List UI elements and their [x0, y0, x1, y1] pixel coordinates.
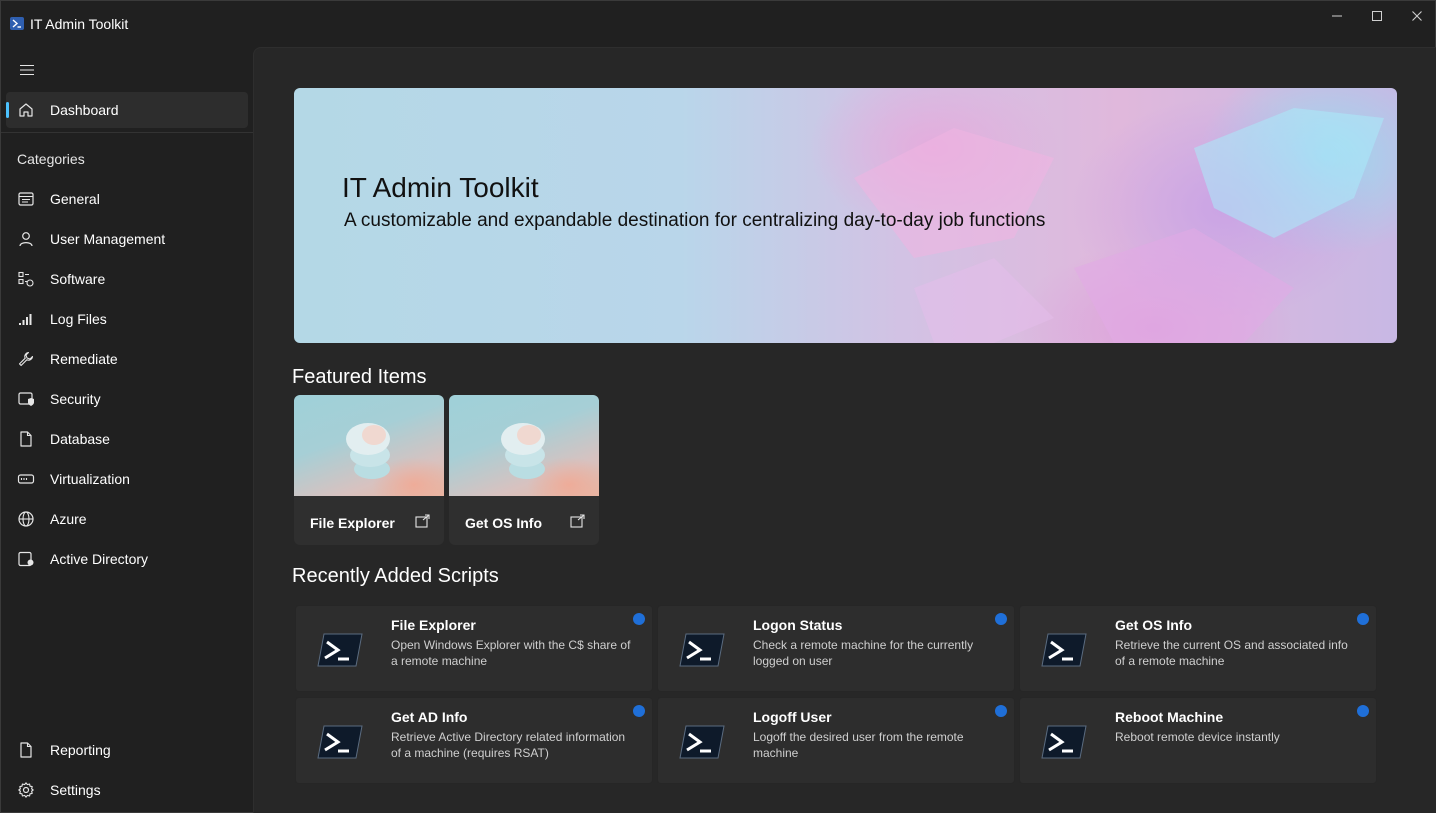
new-indicator-dot: [1357, 613, 1369, 625]
script-description: Open Windows Explorer with the C$ share …: [391, 638, 631, 668]
navigation-sidebar: Dashboard Categories General User Manage…: [1, 47, 253, 813]
selection-indicator: [6, 102, 9, 118]
hero-banner: IT Admin Toolkit A customizable and expa…: [294, 88, 1397, 343]
script-card-logoff-user[interactable]: Logoff User Logoff the desired user from…: [657, 697, 1015, 784]
minimize-button[interactable]: [1317, 1, 1357, 31]
script-description: Retrieve the current OS and associated i…: [1115, 638, 1348, 668]
script-title: Logoff User: [753, 709, 832, 725]
sidebar-item-label: Settings: [50, 782, 101, 798]
window-title: IT Admin Toolkit: [30, 16, 129, 32]
security-icon: [18, 392, 34, 406]
script-card-file-explorer[interactable]: File Explorer Open Windows Explorer with…: [295, 605, 653, 692]
sidebar-item-dashboard[interactable]: Dashboard: [6, 92, 248, 128]
sidebar-item-database[interactable]: Database: [6, 421, 248, 457]
sidebar-item-label: Software: [50, 271, 106, 287]
software-icon: [18, 271, 34, 287]
featured-card-file-explorer[interactable]: File Explorer: [294, 395, 444, 545]
log-files-icon: [19, 314, 32, 325]
sidebar-divider: [1, 132, 253, 133]
new-indicator-dot: [995, 705, 1007, 717]
sidebar-item-label: Active Directory: [50, 551, 149, 567]
script-card-get-os-info[interactable]: Get OS Info Retrieve the current OS and …: [1019, 605, 1377, 692]
sidebar-item-user-management[interactable]: User Management: [6, 221, 248, 257]
sidebar-item-label: Log Files: [50, 311, 107, 327]
hamburger-icon: [20, 64, 34, 76]
sidebar-item-software[interactable]: Software: [6, 261, 248, 297]
script-card-get-ad-info[interactable]: Get AD Info Retrieve Active Directory re…: [295, 697, 653, 784]
script-description: Reboot remote device instantly: [1115, 730, 1280, 744]
script-card-logon-status[interactable]: Logon Status Check a remote machine for …: [657, 605, 1015, 692]
new-indicator-dot: [633, 613, 645, 625]
featured-card-image: [449, 395, 599, 496]
script-description: Logoff the desired user from the remote …: [753, 730, 964, 760]
sidebar-item-label: Security: [50, 391, 101, 407]
hero-title: IT Admin Toolkit: [342, 172, 539, 203]
wrench-icon: [18, 351, 34, 367]
home-icon: [19, 103, 33, 117]
featured-card-get-os-info[interactable]: Get OS Info: [449, 395, 599, 545]
new-indicator-dot: [1357, 705, 1369, 717]
sidebar-item-label: Azure: [50, 511, 87, 527]
sidebar-item-virtualization[interactable]: Virtualization: [6, 461, 248, 497]
script-title: Get OS Info: [1115, 617, 1192, 633]
script-card-reboot-machine[interactable]: Reboot Machine Reboot remote device inst…: [1019, 697, 1377, 784]
document-icon: [20, 431, 32, 447]
app-window: IT Admin Toolkit Dashboard Categories Ge…: [0, 0, 1436, 813]
sidebar-item-remediate[interactable]: Remediate: [6, 341, 248, 377]
gear-icon: [18, 782, 34, 798]
powershell-icon: [679, 633, 725, 667]
new-indicator-dot: [995, 613, 1007, 625]
powershell-icon: [317, 725, 363, 759]
sidebar-item-general[interactable]: General: [6, 181, 248, 217]
maximize-button[interactable]: [1357, 1, 1397, 31]
new-indicator-dot: [633, 705, 645, 717]
powershell-icon: [1041, 725, 1087, 759]
powershell-icon: [1041, 633, 1087, 667]
sidebar-item-label: User Management: [50, 231, 166, 247]
featured-card-label: Get OS Info: [465, 515, 542, 531]
sidebar-item-label: General: [50, 191, 100, 207]
sidebar-item-security[interactable]: Security: [6, 381, 248, 417]
featured-card-image: [294, 395, 444, 496]
close-button[interactable]: [1397, 1, 1436, 31]
recently-added-heading: Recently Added Scripts: [292, 565, 499, 587]
script-description: Check a remote machine for the currently…: [753, 638, 974, 668]
directory-icon: [18, 551, 34, 567]
powershell-icon: [317, 633, 363, 667]
sidebar-item-label: Dashboard: [50, 102, 119, 118]
script-title: File Explorer: [391, 617, 476, 633]
open-external-icon: [415, 514, 430, 528]
categories-header: Categories: [17, 151, 85, 167]
sidebar-item-label: Virtualization: [50, 471, 130, 487]
sidebar-item-settings[interactable]: Settings: [6, 772, 248, 808]
report-icon: [20, 742, 32, 758]
powershell-app-icon: [10, 17, 24, 30]
script-title: Reboot Machine: [1115, 709, 1224, 725]
user-icon: [19, 232, 33, 247]
sidebar-item-label: Reporting: [50, 742, 111, 758]
sidebar-item-log-files[interactable]: Log Files: [6, 301, 248, 337]
powershell-icon: [679, 725, 725, 759]
sidebar-item-active-directory[interactable]: Active Directory: [6, 541, 248, 577]
globe-icon: [18, 511, 34, 527]
featured-items-heading: Featured Items: [292, 366, 427, 388]
open-external-icon: [570, 514, 585, 528]
sidebar-item-label: Database: [50, 431, 110, 447]
hamburger-menu-button[interactable]: [11, 57, 43, 83]
script-description: Retrieve Active Directory related inform…: [391, 730, 626, 760]
sidebar-item-azure[interactable]: Azure: [6, 501, 248, 537]
title-bar: IT Admin Toolkit: [1, 1, 1436, 47]
featured-card-label: File Explorer: [310, 515, 395, 531]
script-title: Logon Status: [753, 617, 843, 633]
script-title: Get AD Info: [391, 709, 468, 725]
virtualization-icon: [17, 474, 35, 484]
sidebar-item-label: Remediate: [50, 351, 118, 367]
dashboard-content: IT Admin Toolkit A customizable and expa…: [253, 47, 1436, 813]
general-icon: [18, 192, 34, 206]
hero-subtitle: A customizable and expandable destinatio…: [344, 210, 1046, 231]
sidebar-item-reporting[interactable]: Reporting: [6, 732, 248, 768]
